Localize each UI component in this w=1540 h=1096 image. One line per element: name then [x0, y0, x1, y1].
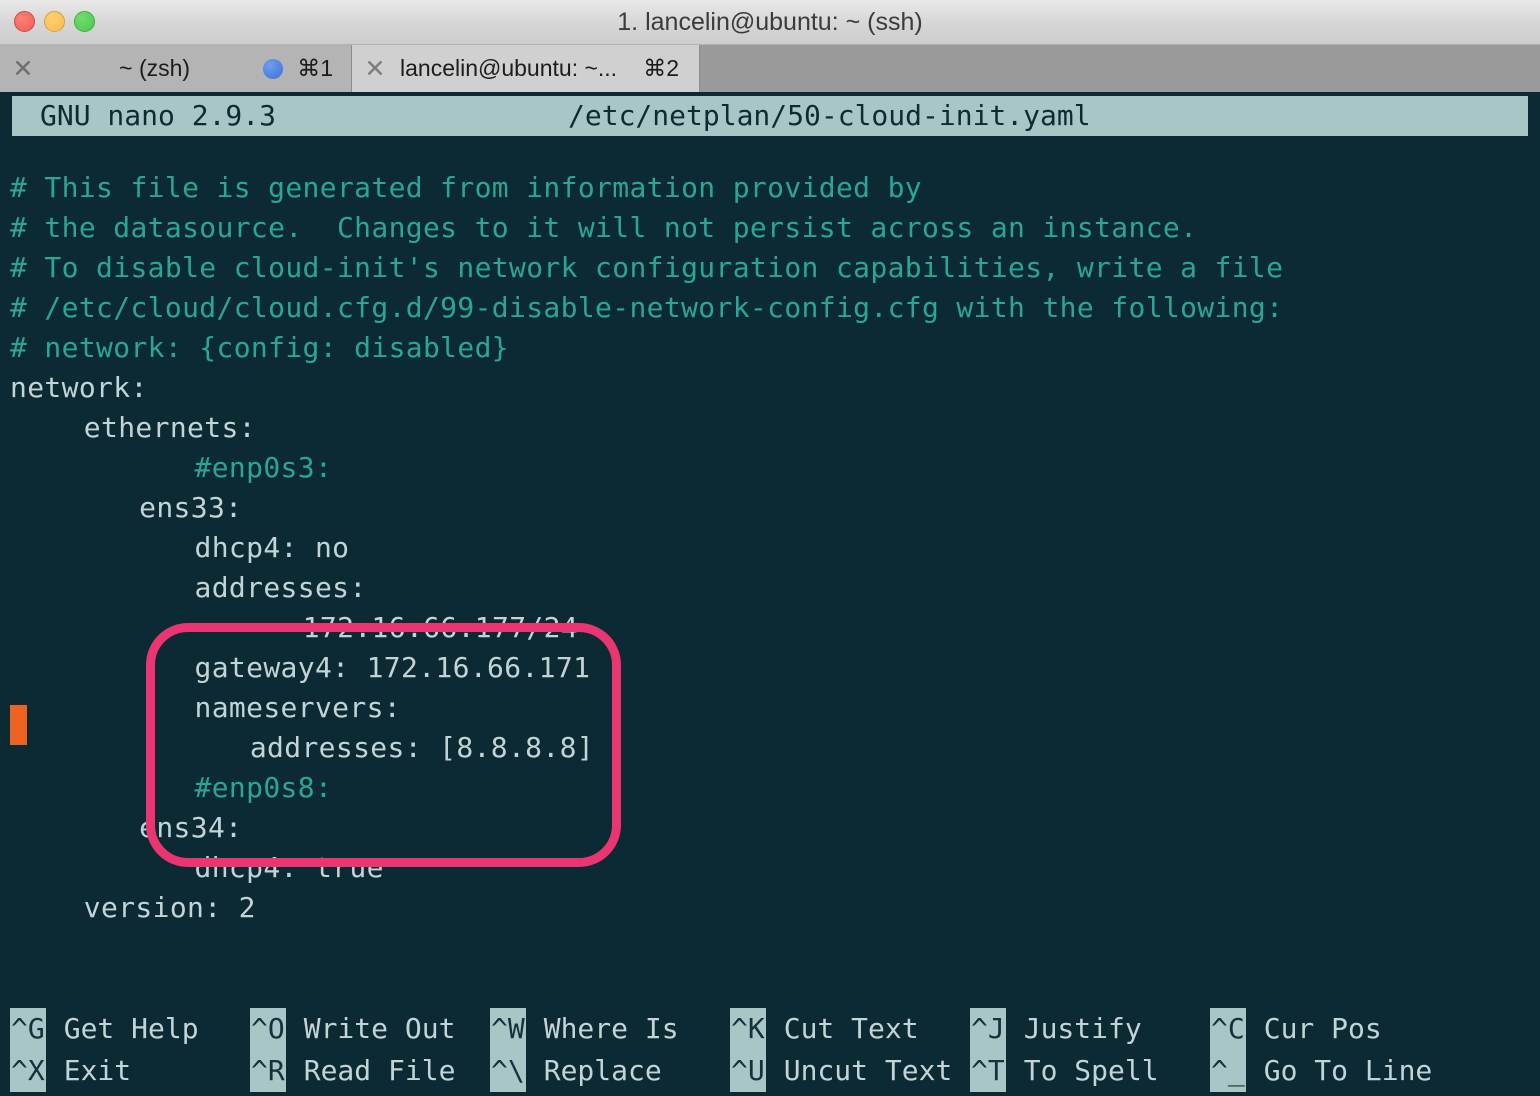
code-line: # network: {config: disabled}	[10, 331, 510, 364]
tab-shortcut: ⌘1	[297, 55, 333, 81]
activity-dot-icon	[263, 58, 284, 79]
shortcut-column: ^C Cur Pos ^_ Go To Line	[1210, 1008, 1450, 1096]
shortcut-write-out[interactable]: ^O Write Out	[250, 1008, 455, 1050]
shortcut-to-spell[interactable]: ^T To Spell	[970, 1050, 1159, 1092]
shortcut-key: ^W	[490, 1008, 526, 1050]
shortcut-key: ^\	[490, 1050, 526, 1092]
nano-version-label: GNU nano 2.9.3	[40, 99, 277, 132]
tab-ssh-lancelin[interactable]: ✕ lancelin@ubuntu: ~... ⌘2	[352, 45, 700, 92]
shortcut-label: Get Help	[63, 1012, 199, 1045]
shortcut-key: ^J	[970, 1008, 1006, 1050]
shortcut-key: ^_	[1210, 1050, 1246, 1092]
shortcut-exit[interactable]: ^X Exit	[10, 1050, 131, 1092]
tab-label: lancelin@ubuntu: ~...	[400, 55, 618, 81]
nano-editor-area[interactable]: # This file is generated from informatio…	[0, 168, 1540, 1008]
shortcut-label: Exit	[63, 1054, 132, 1087]
window-title: 1. lancelin@ubuntu: ~ (ssh)	[617, 8, 923, 36]
shortcut-key: ^C	[1210, 1008, 1246, 1050]
terminal-window: 1. lancelin@ubuntu: ~ (ssh) ✕ ~ (zsh) ⌘1…	[0, 0, 1540, 1096]
text-cursor	[10, 705, 27, 745]
code-line: # To disable cloud-init's network config…	[10, 251, 1284, 284]
code-line: #enp0s8:	[194, 771, 333, 804]
code-line: ethernets:	[83, 411, 256, 444]
shortcut-key: ^O	[250, 1008, 286, 1050]
code-line: # the datasource. Changes to it will not…	[10, 211, 1198, 244]
shortcut-label: Uncut Text	[783, 1054, 953, 1087]
code-line: #enp0s3:	[194, 451, 333, 484]
shortcut-label: Read File	[303, 1054, 456, 1087]
shortcut-label: Justify	[1023, 1012, 1142, 1045]
shortcut-column: ^W Where Is ^\ Replace	[490, 1008, 730, 1096]
nano-header-bar: GNU nano 2.9.3 /etc/netplan/50-cloud-ini…	[12, 96, 1528, 136]
code-line: # /etc/cloud/cloud.cfg.d/99-disable-netw…	[10, 291, 1284, 324]
shortcut-cut-text[interactable]: ^K Cut Text	[730, 1008, 919, 1050]
shortcut-key: ^X	[10, 1050, 46, 1092]
code-line: dhcp4: true	[194, 851, 384, 884]
terminal-content[interactable]: GNU nano 2.9.3 /etc/netplan/50-cloud-ini…	[0, 92, 1540, 1096]
shortcut-column: ^G Get Help ^X Exit	[10, 1008, 250, 1096]
code-line: ens34:	[139, 811, 243, 844]
shortcut-cur-pos[interactable]: ^C Cur Pos	[1210, 1008, 1382, 1050]
shortcut-key: ^K	[730, 1008, 766, 1050]
shortcut-label: To Spell	[1023, 1054, 1159, 1087]
shortcut-label: Cut Text	[783, 1012, 919, 1045]
shortcut-label: Replace	[543, 1054, 662, 1087]
tab-bar: ✕ ~ (zsh) ⌘1 ✕ lancelin@ubuntu: ~... ⌘2	[0, 45, 1540, 92]
shortcut-go-to-line[interactable]: ^_ Go To Line	[1210, 1050, 1432, 1092]
shortcut-replace[interactable]: ^\ Replace	[490, 1050, 662, 1092]
shortcut-label: Where Is	[543, 1012, 679, 1045]
code-line: dhcp4: no	[194, 531, 350, 564]
shortcut-label: Write Out	[303, 1012, 456, 1045]
close-icon[interactable]: ✕	[0, 55, 46, 82]
code-line: network:	[10, 371, 148, 404]
shortcut-read-file[interactable]: ^R Read File	[250, 1050, 455, 1092]
code-line: version: 2	[83, 891, 256, 924]
shortcut-label: Cur Pos	[1263, 1012, 1382, 1045]
nano-file-path: /etc/netplan/50-cloud-init.yaml	[568, 99, 1091, 132]
shortcut-key: ^U	[730, 1050, 766, 1092]
code-line: # This file is generated from informatio…	[10, 171, 922, 204]
shortcut-key: ^G	[10, 1008, 46, 1050]
tab-zsh[interactable]: ✕ ~ (zsh) ⌘1	[0, 45, 352, 92]
code-line: addresses:	[194, 571, 367, 604]
code-line: ens33:	[139, 491, 243, 524]
shortcut-column: ^K Cut Text ^U Uncut Text	[730, 1008, 970, 1096]
code-line: - 172.16.66.177/24	[268, 611, 579, 644]
shortcut-key: ^T	[970, 1050, 1006, 1092]
shortcut-key: ^R	[250, 1050, 286, 1092]
shortcut-column: ^O Write Out ^R Read File	[250, 1008, 490, 1096]
code-line: nameservers:	[194, 691, 401, 724]
shortcut-uncut-text[interactable]: ^U Uncut Text	[730, 1050, 952, 1092]
shortcut-where-is[interactable]: ^W Where Is	[490, 1008, 679, 1050]
nano-shortcut-bar: ^G Get Help ^X Exit ^O Write Out ^R Read File ^W…	[0, 1008, 1540, 1096]
shortcut-label: Go To Line	[1263, 1054, 1433, 1087]
close-icon[interactable]: ✕	[352, 55, 398, 82]
code-line: addresses: [8.8.8.8]	[249, 731, 594, 764]
code-line: gateway4: 172.16.66.171	[194, 651, 591, 684]
window-titlebar: 1. lancelin@ubuntu: ~ (ssh)	[0, 0, 1540, 45]
tab-label: ~ (zsh)	[119, 55, 191, 81]
shortcut-get-help[interactable]: ^G Get Help	[10, 1008, 199, 1050]
shortcut-justify[interactable]: ^J Justify	[970, 1008, 1142, 1050]
shortcut-column: ^J Justify ^T To Spell	[970, 1008, 1210, 1096]
tab-shortcut: ⌘2	[643, 55, 679, 81]
